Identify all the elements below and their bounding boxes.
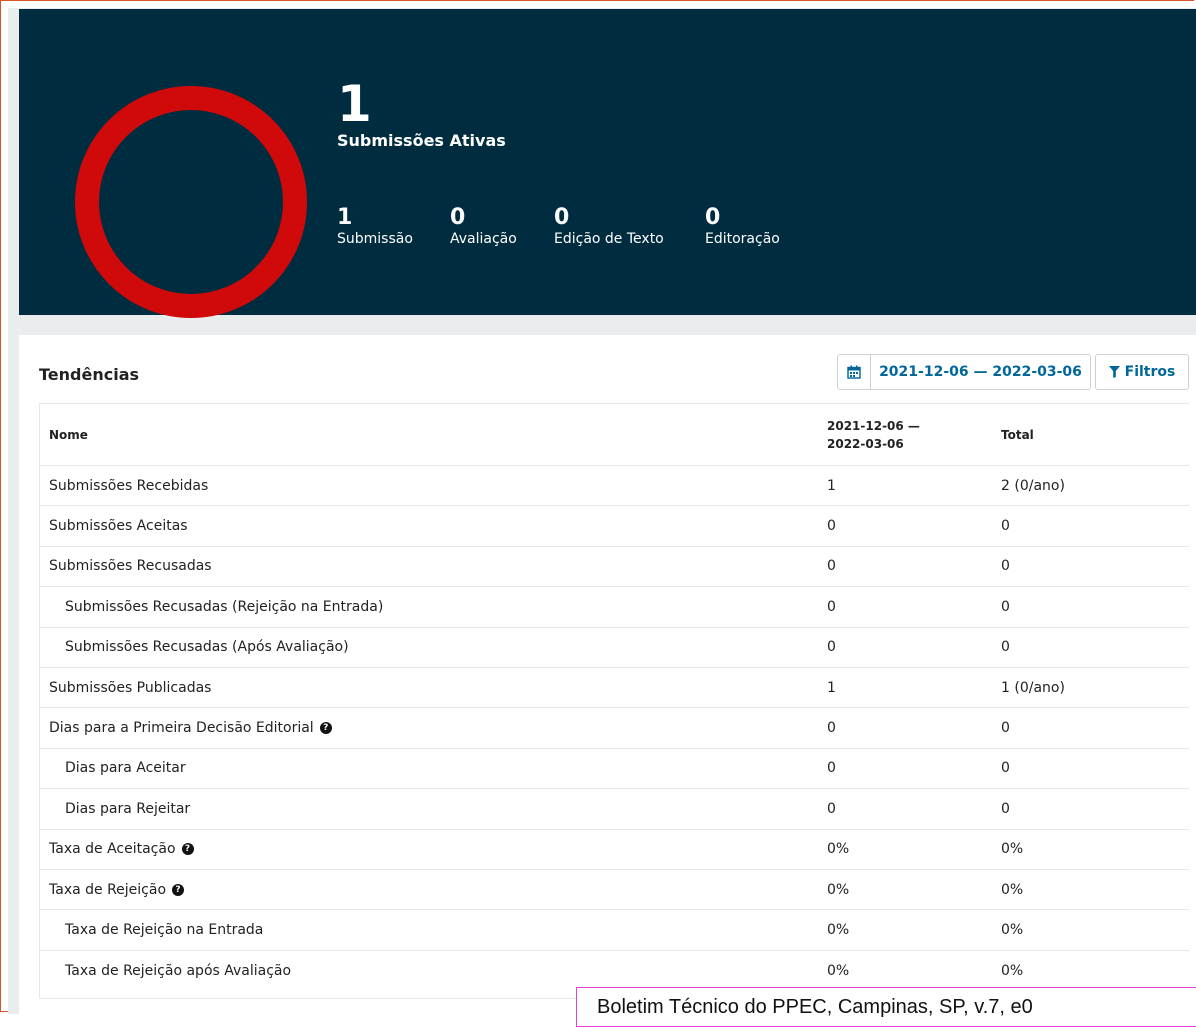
- row-total-value: 0: [991, 626, 1189, 668]
- filters-label: Filtros: [1124, 364, 1176, 380]
- help-icon[interactable]: ?: [319, 722, 332, 735]
- row-total-value: 2 (0/ano): [991, 464, 1189, 506]
- stage-copyediting[interactable]: 0 Edição de Texto: [554, 205, 664, 248]
- filter-icon: [1108, 366, 1120, 378]
- trends-title: Tendências: [39, 365, 140, 384]
- stage-count: 0: [554, 205, 570, 230]
- table-row: Taxa de Rejeição? 0% 0%: [39, 868, 1189, 910]
- table-row: Submissões Recusadas 0 0: [39, 545, 1189, 587]
- table-row: Taxa de Aceitação? 0% 0%: [39, 828, 1189, 870]
- row-name: Submissões Recusadas (Rejeição na Entrad…: [39, 586, 817, 628]
- row-name: Dias para Rejeitar: [39, 788, 817, 830]
- period-end-label: 2022-03-06: [827, 436, 904, 451]
- footer-caption: Boletim Técnico do PPEC, Campinas, SP, v…: [576, 987, 1196, 1027]
- row-total-value: 0%: [991, 949, 1189, 991]
- trends-panel: Tendências 2021-12-06 — 2022-03-06 Filtr…: [19, 335, 1196, 1014]
- calendar-icon: [847, 365, 861, 379]
- row-total-value: 0: [991, 586, 1189, 628]
- row-name: Taxa de Aceitação: [49, 841, 176, 858]
- row-period-value: 0%: [817, 909, 991, 951]
- table-row: Taxa de Rejeição na Entrada 0% 0%: [39, 909, 1189, 951]
- row-period-value: 1: [817, 666, 991, 708]
- table-header-row: Nome 2021-12-06 — 2022-03-06 Total: [39, 403, 1189, 466]
- row-name: Dias para Aceitar: [39, 747, 817, 789]
- donut-ring: [75, 86, 307, 318]
- table-row: Dias para Rejeitar 0 0: [39, 788, 1189, 830]
- stage-label: Submissão: [337, 231, 413, 247]
- row-period-value: 0%: [817, 868, 991, 910]
- active-submissions-donut: [75, 86, 307, 318]
- row-total-value: 0%: [991, 828, 1189, 870]
- row-name: Dias para a Primeira Decisão Editorial: [49, 720, 314, 737]
- row-name-cell: Taxa de Aceitação?: [39, 828, 817, 870]
- help-icon[interactable]: ?: [181, 843, 194, 856]
- stage-label: Avaliação: [450, 231, 517, 247]
- row-period-value: 0%: [817, 828, 991, 870]
- stage-production[interactable]: 0 Editoração: [705, 205, 780, 248]
- stage-label: Edição de Texto: [554, 231, 664, 247]
- stage-count: 0: [450, 205, 466, 230]
- calendar-button[interactable]: [837, 354, 871, 390]
- row-period-value: 0: [817, 788, 991, 830]
- row-name: Submissões Recusadas: [39, 545, 817, 587]
- table-row: Submissões Recusadas (Após Avaliação) 0 …: [39, 626, 1189, 668]
- row-period-value: 0: [817, 626, 991, 668]
- row-name-cell: Dias para a Primeira Decisão Editorial?: [39, 707, 817, 749]
- column-header-period: 2021-12-06 — 2022-03-06: [817, 403, 991, 466]
- row-name: Taxa de Rejeição após Avaliação: [39, 949, 817, 991]
- row-name: Taxa de Rejeição: [49, 881, 167, 898]
- row-total-value: 0: [991, 545, 1189, 587]
- column-header-name: Nome: [39, 403, 817, 466]
- row-period-value: 0: [817, 747, 991, 789]
- table-row: Taxa de Rejeição após Avaliação 0% 0%: [39, 949, 1189, 991]
- row-total-value: 0%: [991, 868, 1189, 910]
- stage-review[interactable]: 0 Avaliação: [450, 205, 517, 248]
- period-start-label: 2021-12-06 —: [827, 418, 920, 433]
- row-name: Submissões Recebidas: [39, 464, 817, 506]
- table-row: Submissões Publicadas 1 1 (0/ano): [39, 666, 1189, 708]
- row-total-value: 0: [991, 747, 1189, 789]
- column-header-total: Total: [991, 403, 1189, 466]
- trends-table: Nome 2021-12-06 — 2022-03-06 Total Submi…: [39, 403, 1189, 991]
- page-background: 1 Submissões Ativas 1 Submissão 0 Avalia…: [8, 8, 1196, 1014]
- active-submissions-summary: 1 Submissões Ativas 1 Submissão 0 Avalia…: [19, 9, 1196, 318]
- row-name: Submissões Aceitas: [39, 505, 817, 547]
- row-period-value: 0: [817, 505, 991, 547]
- stage-count: 1: [337, 205, 353, 230]
- row-name-cell: Taxa de Rejeição?: [39, 868, 817, 910]
- row-period-value: 0: [817, 586, 991, 628]
- stage-label: Editoração: [705, 231, 780, 247]
- table-row: Submissões Aceitas 0 0: [39, 505, 1189, 547]
- active-submissions-count: 1: [337, 75, 372, 133]
- help-icon[interactable]: ?: [172, 883, 185, 896]
- table-row: Dias para a Primeira Decisão Editorial? …: [39, 707, 1189, 749]
- filters-button[interactable]: Filtros: [1095, 354, 1189, 390]
- stage-submission[interactable]: 1 Submissão: [337, 205, 413, 248]
- table-row: Dias para Aceitar 0 0: [39, 747, 1189, 789]
- table-row: Submissões Recusadas (Rejeição na Entrad…: [39, 586, 1189, 628]
- table-row: Submissões Recebidas 1 2 (0/ano): [39, 464, 1189, 506]
- row-total-value: 0: [991, 707, 1189, 749]
- row-name: Taxa de Rejeição na Entrada: [39, 909, 817, 951]
- row-name: Submissões Publicadas: [39, 666, 817, 708]
- row-total-value: 0: [991, 788, 1189, 830]
- row-period-value: 0%: [817, 949, 991, 991]
- row-period-value: 1: [817, 464, 991, 506]
- row-total-value: 1 (0/ano): [991, 666, 1189, 708]
- stage-count: 0: [705, 205, 721, 230]
- row-name: Submissões Recusadas (Após Avaliação): [39, 626, 817, 668]
- active-submissions-label: Submissões Ativas: [337, 131, 506, 150]
- row-period-value: 0: [817, 707, 991, 749]
- row-total-value: 0: [991, 505, 1189, 547]
- row-period-value: 0: [817, 545, 991, 587]
- date-range-button[interactable]: 2021-12-06 — 2022-03-06: [871, 354, 1091, 390]
- row-total-value: 0%: [991, 909, 1189, 951]
